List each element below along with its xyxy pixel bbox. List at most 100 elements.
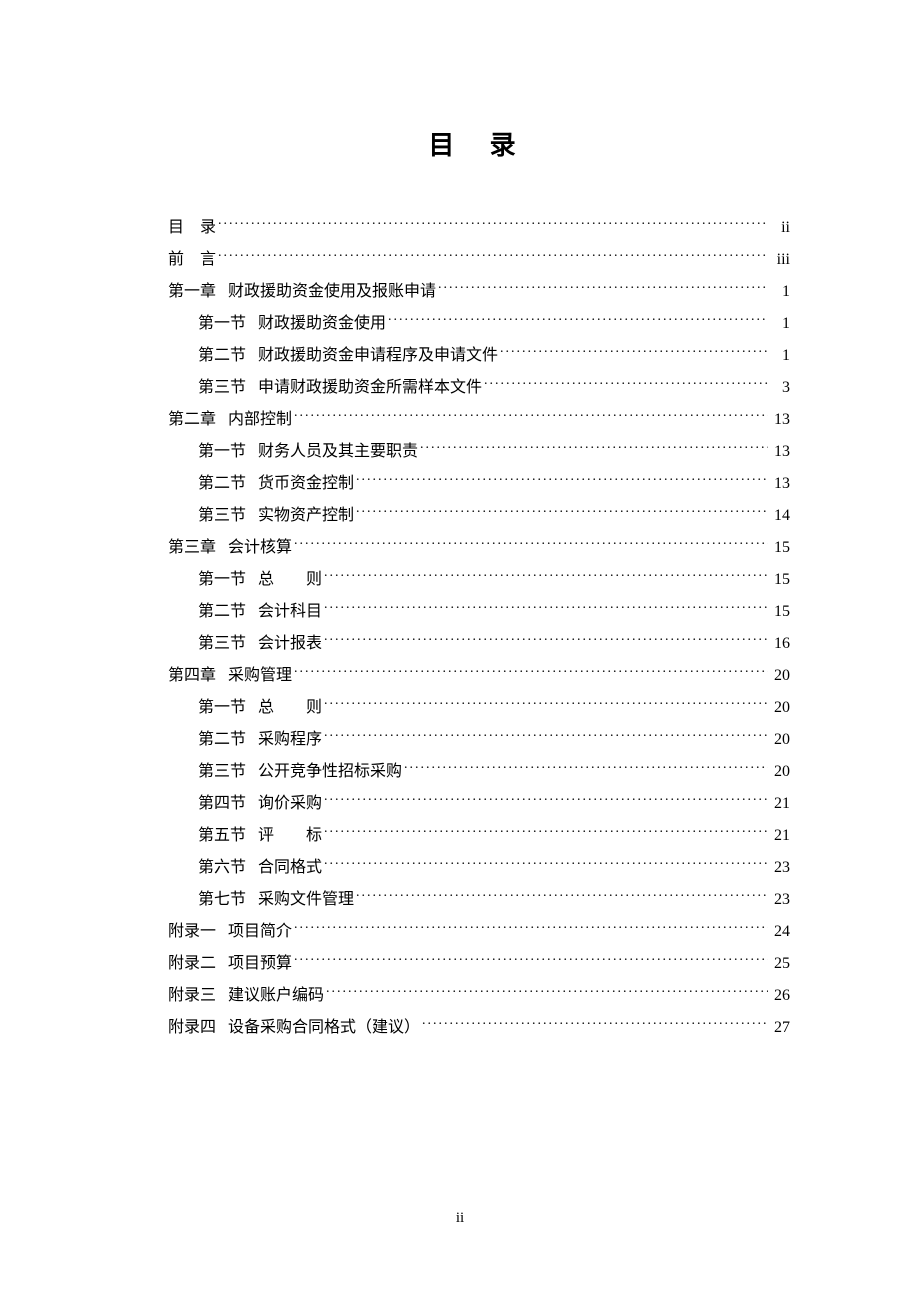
toc-entry-text: 公开竞争性招标采购 <box>246 760 402 784</box>
toc-entry-page: 15 <box>770 600 790 624</box>
toc-leader-dots <box>438 280 768 296</box>
toc-entry-page: 16 <box>770 632 790 656</box>
toc-entry-text: 询价采购 <box>246 792 322 816</box>
toc-entry-label: 目 <box>168 216 200 240</box>
toc-entry-page: 21 <box>770 792 790 816</box>
toc-entry-text: 财政援助资金使用 <box>246 312 386 336</box>
toc-entry-label: 第二章 <box>168 408 216 432</box>
toc-leader-dots <box>356 888 768 904</box>
toc-leader-dots <box>388 312 768 328</box>
toc-entry: 第一章财政援助资金使用及报账申请1 <box>168 280 790 304</box>
toc-entry-text: 采购管理 <box>216 664 292 688</box>
toc-entry-page: 15 <box>770 568 790 592</box>
toc-leader-dots <box>218 248 768 264</box>
toc-leader-dots <box>484 376 768 392</box>
toc-entry-text: 会计核算 <box>216 536 292 560</box>
toc-leader-dots <box>422 1016 768 1032</box>
toc-entry-page: ii <box>770 216 790 240</box>
toc-entry-text: 财政援助资金使用及报账申请 <box>216 280 436 304</box>
toc-leader-dots <box>324 568 768 584</box>
toc-entry: 第二节会计科目15 <box>168 600 790 624</box>
toc-entry: 附录三建议账户编码26 <box>168 984 790 1008</box>
toc-entry-page: 23 <box>770 888 790 912</box>
toc-entry-text: 内部控制 <box>216 408 292 432</box>
toc-leader-dots <box>324 696 768 712</box>
toc-entry-label: 第一章 <box>168 280 216 304</box>
toc-entry: 前言 iii <box>168 248 790 272</box>
toc-entry-text: 建议账户编码 <box>216 984 324 1008</box>
toc-entry-page: 20 <box>770 664 790 688</box>
toc-entry-text: 采购文件管理 <box>246 888 354 912</box>
toc-entry-label: 第三节 <box>198 632 246 656</box>
toc-leader-dots <box>420 440 768 456</box>
toc-entry: 第二节采购程序20 <box>168 728 790 752</box>
toc-entry-text: 录 <box>200 216 216 240</box>
toc-entry-label: 第二节 <box>198 600 246 624</box>
toc-leader-dots <box>356 472 768 488</box>
toc-entry: 第四章采购管理 20 <box>168 664 790 688</box>
toc-entry: 第三节公开竞争性招标采购 20 <box>168 760 790 784</box>
toc-entry-label: 第一节 <box>198 568 246 592</box>
toc-entry-page: 21 <box>770 824 790 848</box>
toc-entry: 附录二项目预算 25 <box>168 952 790 976</box>
toc-entry: 第七节采购文件管理23 <box>168 888 790 912</box>
toc-leader-dots <box>218 216 768 232</box>
toc-entry-label: 第二节 <box>198 472 246 496</box>
toc-leader-dots <box>324 856 768 872</box>
toc-entry-text: 评标 <box>246 824 322 848</box>
toc-entry-label: 第四节 <box>198 792 246 816</box>
toc-entry-label: 第三节 <box>198 760 246 784</box>
toc-leader-dots <box>324 728 768 744</box>
toc-leader-dots <box>294 920 768 936</box>
toc-entry-page: 3 <box>770 376 790 400</box>
toc-entry-page: 1 <box>770 344 790 368</box>
toc-leader-dots <box>404 760 768 776</box>
toc-entry-page: 20 <box>770 760 790 784</box>
toc-entry-page: 23 <box>770 856 790 880</box>
toc-entry-page: iii <box>770 248 790 272</box>
toc-entry-label: 附录二 <box>168 952 216 976</box>
toc-leader-dots <box>326 984 768 1000</box>
toc-entry-label: 前 <box>168 248 200 272</box>
toc-entry-label: 第三节 <box>198 376 246 400</box>
toc-entry: 第二节财政援助资金申请程序及申请文件1 <box>168 344 790 368</box>
toc-entry-page: 27 <box>770 1016 790 1040</box>
toc-entry: 第五节评标 21 <box>168 824 790 848</box>
toc-entry: 第一节总则 15 <box>168 568 790 592</box>
toc-entry-text: 项目预算 <box>216 952 292 976</box>
table-of-contents: 目录ii前言iii第一章财政援助资金使用及报账申请1第一节财政援助资金使用1第二… <box>168 216 790 1040</box>
toc-leader-dots <box>294 408 768 424</box>
toc-entry-label: 第四章 <box>168 664 216 688</box>
toc-entry: 附录一项目简介24 <box>168 920 790 944</box>
toc-entry-label: 第一节 <box>198 312 246 336</box>
toc-entry-text: 言 <box>200 248 216 272</box>
toc-entry-text: 设备采购合同格式（建议） <box>216 1016 420 1040</box>
toc-entry-label: 附录一 <box>168 920 216 944</box>
toc-title: 目 录 <box>168 125 790 162</box>
toc-leader-dots <box>294 664 768 680</box>
toc-entry: 目录 ii <box>168 216 790 240</box>
toc-entry-text: 总则 <box>246 568 322 592</box>
toc-entry-label: 第五节 <box>198 824 246 848</box>
toc-entry: 第一节财务人员及其主要职责13 <box>168 440 790 464</box>
toc-entry-text: 货币资金控制 <box>246 472 354 496</box>
toc-entry: 第二章内部控制 13 <box>168 408 790 432</box>
toc-entry: 第三节会计报表16 <box>168 632 790 656</box>
toc-entry: 第六节合同格式23 <box>168 856 790 880</box>
toc-entry-text: 项目简介 <box>216 920 292 944</box>
toc-entry-page: 13 <box>770 472 790 496</box>
toc-leader-dots <box>294 536 768 552</box>
toc-leader-dots <box>324 824 768 840</box>
toc-entry-text: 总则 <box>246 696 322 720</box>
toc-entry: 第三章会计核算 15 <box>168 536 790 560</box>
toc-entry-page: 13 <box>770 408 790 432</box>
toc-entry-page: 15 <box>770 536 790 560</box>
toc-entry-label: 第一节 <box>198 696 246 720</box>
toc-entry-label: 第三章 <box>168 536 216 560</box>
toc-entry-page: 25 <box>770 952 790 976</box>
toc-entry-label: 附录三 <box>168 984 216 1008</box>
toc-entry-page: 20 <box>770 696 790 720</box>
toc-leader-dots <box>324 600 768 616</box>
toc-entry: 第三节实物资产控制14 <box>168 504 790 528</box>
toc-entry-label: 第二节 <box>198 344 246 368</box>
